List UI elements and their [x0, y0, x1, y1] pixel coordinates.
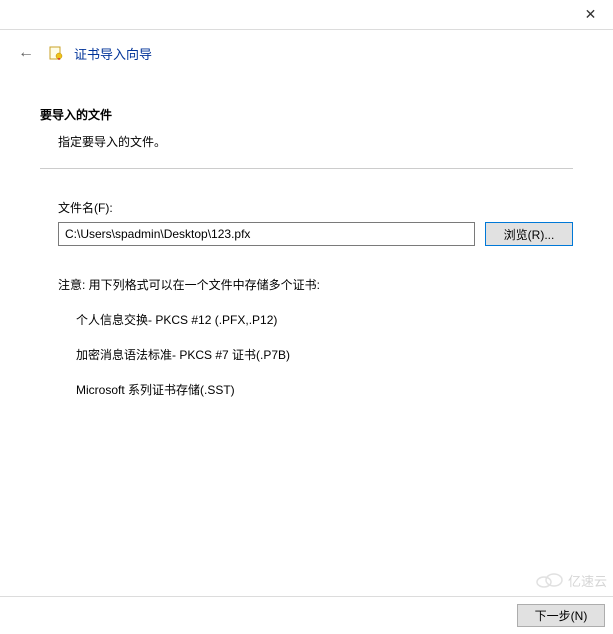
section-subtitle: 指定要导入的文件。 [40, 133, 573, 150]
file-section: 文件名(F): 浏览(R)... 注意: 用下列格式可以在一个文件中存储多个证书… [40, 199, 573, 398]
back-arrow-icon: ← [18, 44, 34, 61]
wizard-title: 证书导入向导 [74, 44, 152, 63]
close-icon: ✕ [585, 6, 597, 23]
titlebar: ✕ [0, 0, 613, 30]
back-button[interactable]: ← [14, 42, 38, 64]
close-button[interactable]: ✕ [568, 0, 613, 30]
divider [40, 168, 573, 169]
wizard-header: ← 证书导入向导 [0, 30, 613, 76]
note-text: 注意: 用下列格式可以在一个文件中存储多个证书: [58, 276, 573, 293]
bottom-bar: 下一步(N) [0, 596, 613, 634]
format-item-pkcs12: 个人信息交换- PKCS #12 (.PFX,.P12) [58, 311, 573, 328]
format-item-sst: Microsoft 系列证书存储(.SST) [58, 381, 573, 398]
browse-button[interactable]: 浏览(R)... [485, 222, 573, 246]
next-button[interactable]: 下一步(N) [517, 604, 605, 627]
file-row: 浏览(R)... [58, 222, 573, 246]
filename-input[interactable] [58, 222, 475, 246]
format-item-pkcs7: 加密消息语法标准- PKCS #7 证书(.P7B) [58, 346, 573, 363]
watermark: 亿速云 [534, 570, 607, 590]
section-title: 要导入的文件 [40, 106, 573, 123]
filename-label: 文件名(F): [58, 199, 573, 216]
certificate-wizard-icon [48, 45, 64, 61]
cloud-icon [534, 570, 564, 590]
content-area: 要导入的文件 指定要导入的文件。 文件名(F): 浏览(R)... 注意: 用下… [0, 76, 613, 398]
watermark-text: 亿速云 [568, 571, 607, 590]
